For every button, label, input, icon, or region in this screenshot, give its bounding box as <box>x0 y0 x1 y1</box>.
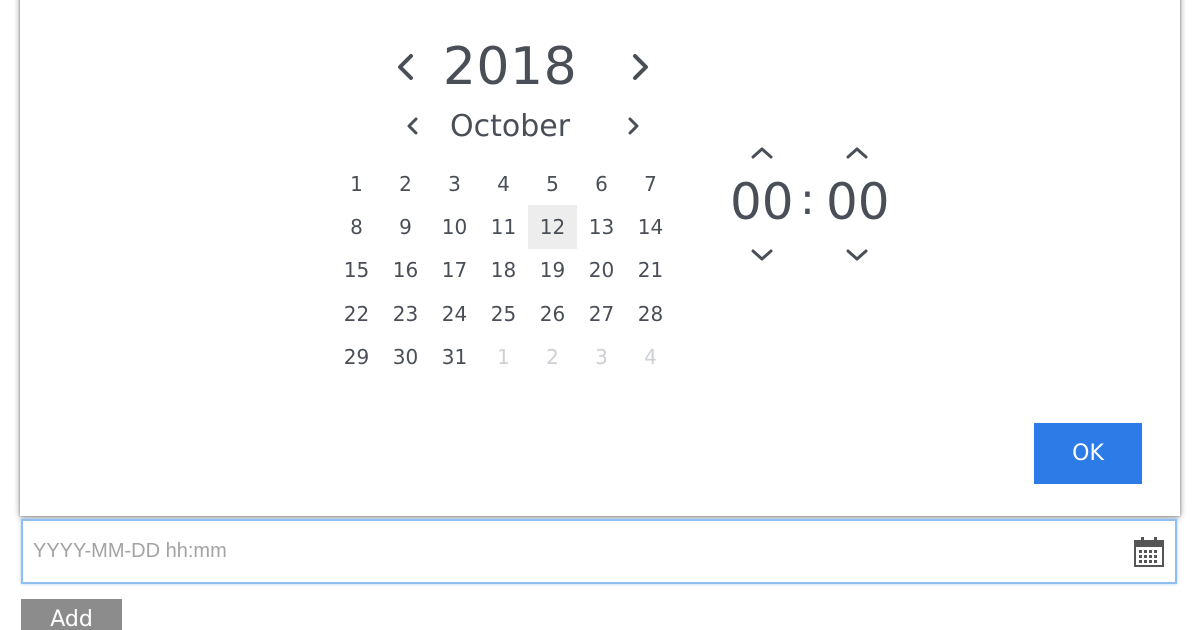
chevron-down-icon <box>846 249 868 261</box>
add-button[interactable]: Add <box>21 599 122 630</box>
day-cell[interactable]: 28 <box>626 292 675 335</box>
day-cell[interactable]: 4 <box>479 162 528 205</box>
year-navigation: 2018 <box>360 32 660 102</box>
day-cell[interactable]: 20 <box>577 249 626 292</box>
day-cell-other-month[interactable]: 1 <box>479 336 528 379</box>
chevron-up-icon <box>751 147 773 159</box>
minute-value[interactable]: 00 <box>826 172 890 232</box>
chevron-left-icon <box>398 54 413 80</box>
page: 2018 October 1 2 3 4 5 6 7 8 9 10 11 12 13 14 15 <box>0 0 1200 630</box>
day-cell[interactable]: 18 <box>479 249 528 292</box>
day-cell[interactable]: 19 <box>528 249 577 292</box>
day-cell[interactable]: 1 <box>332 162 381 205</box>
day-cell[interactable]: 9 <box>381 205 430 248</box>
previous-month-button[interactable] <box>388 103 436 149</box>
next-year-button[interactable] <box>614 32 668 102</box>
day-cell[interactable]: 21 <box>626 249 675 292</box>
day-cell[interactable]: 16 <box>381 249 430 292</box>
day-cell-today[interactable]: 12 <box>528 205 577 249</box>
day-cell[interactable]: 15 <box>332 249 381 292</box>
datetime-input-wrapper <box>21 519 1177 584</box>
month-navigation: October <box>360 103 660 149</box>
datetime-input[interactable] <box>23 521 1123 582</box>
datetime-picker-popup: 2018 October 1 2 3 4 5 6 7 8 9 10 11 12 13 14 15 <box>20 0 1180 516</box>
day-cell[interactable]: 13 <box>577 205 626 248</box>
day-cell[interactable]: 14 <box>626 205 675 248</box>
previous-year-button[interactable] <box>378 32 432 102</box>
day-cell[interactable]: 5 <box>528 162 577 205</box>
hour-increment-button[interactable] <box>742 140 782 166</box>
next-month-button[interactable] <box>610 103 658 149</box>
day-cell-other-month[interactable]: 4 <box>626 336 675 379</box>
day-cell[interactable]: 26 <box>528 292 577 335</box>
day-cell[interactable]: 30 <box>381 336 430 379</box>
day-cell-other-month[interactable]: 3 <box>577 336 626 379</box>
day-cell[interactable]: 27 <box>577 292 626 335</box>
day-cell[interactable]: 7 <box>626 162 675 205</box>
day-cell[interactable]: 23 <box>381 292 430 335</box>
day-grid: 1 2 3 4 5 6 7 8 9 10 11 12 13 14 15 16 17 18 19 20 21 22 23 24 2… <box>332 162 676 379</box>
day-cell[interactable]: 29 <box>332 336 381 379</box>
calendar-icon <box>1134 537 1164 567</box>
chevron-down-icon <box>751 249 773 261</box>
day-cell[interactable]: 25 <box>479 292 528 335</box>
chevron-left-icon <box>407 117 418 135</box>
day-cell[interactable]: 17 <box>430 249 479 292</box>
day-cell[interactable]: 10 <box>430 205 479 248</box>
day-cell[interactable]: 3 <box>430 162 479 205</box>
minute-decrement-button[interactable] <box>837 242 877 268</box>
day-cell[interactable]: 2 <box>381 162 430 205</box>
day-cell[interactable]: 11 <box>479 205 528 248</box>
calendar-button[interactable] <box>1133 536 1165 568</box>
day-cell-other-month[interactable]: 2 <box>528 336 577 379</box>
hour-value[interactable]: 00 <box>730 172 794 232</box>
chevron-right-icon <box>628 117 639 135</box>
time-separator: : <box>800 174 815 225</box>
day-cell[interactable]: 24 <box>430 292 479 335</box>
minute-increment-button[interactable] <box>837 140 877 166</box>
ok-button[interactable]: OK <box>1034 423 1142 484</box>
chevron-right-icon <box>633 54 648 80</box>
day-cell[interactable]: 22 <box>332 292 381 335</box>
day-cell[interactable]: 31 <box>430 336 479 379</box>
day-cell[interactable]: 6 <box>577 162 626 205</box>
time-selector: 00 : 00 <box>720 138 900 268</box>
day-cell[interactable]: 8 <box>332 205 381 248</box>
hour-decrement-button[interactable] <box>742 242 782 268</box>
chevron-up-icon <box>846 147 868 159</box>
month-label[interactable]: October <box>450 109 570 144</box>
year-label[interactable]: 2018 <box>443 37 577 97</box>
